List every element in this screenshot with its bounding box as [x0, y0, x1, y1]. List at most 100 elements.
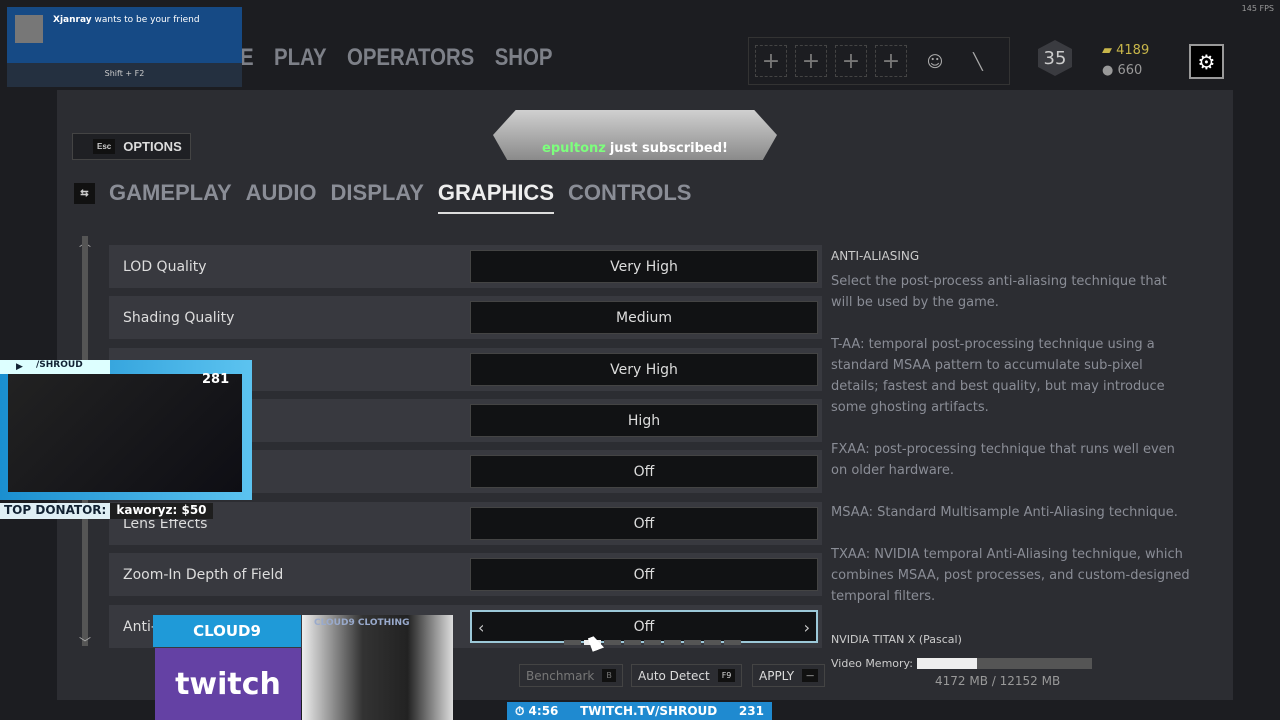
- setting-label: Zoom-In Depth of Field: [123, 566, 284, 583]
- main-nav: E PLAY OPERATORS SHOP: [240, 44, 553, 72]
- viewer-count: 281: [202, 372, 230, 387]
- donor-value: kaworyz: $50: [116, 503, 207, 517]
- tab-audio[interactable]: AUDIO: [246, 180, 317, 206]
- option-step[interactable]: [604, 640, 621, 645]
- setting-value-selector[interactable]: Medium: [470, 301, 818, 334]
- nav-item-play[interactable]: PLAY: [274, 44, 327, 72]
- description-paragraph: T-AA: temporal post-processing technique…: [831, 337, 1165, 415]
- option-step[interactable]: [644, 640, 661, 645]
- setting-value-selector[interactable]: Very High: [470, 353, 818, 386]
- avatar: [15, 15, 43, 43]
- option-step[interactable]: [664, 640, 681, 645]
- alert-text: just subscribed!: [609, 141, 728, 156]
- video-memory-bar: [916, 658, 1092, 669]
- friend-request-notification[interactable]: Xjanray wants to be your friend Shift + …: [7, 7, 242, 87]
- benchmark-key: B: [602, 669, 616, 682]
- tab-controls[interactable]: CONTROLS: [568, 180, 691, 206]
- video-memory-fill: [916, 658, 978, 669]
- webcam-video: [8, 374, 242, 492]
- renown-count: ▰ 4189: [1102, 43, 1150, 58]
- squad-slots: + + + + ☺ ╲: [748, 37, 1010, 85]
- chevron-left-icon[interactable]: ‹: [478, 618, 484, 637]
- option-step[interactable]: [724, 640, 741, 645]
- setting-row[interactable]: Shading Quality Medium: [109, 296, 822, 339]
- setting-value: Off: [633, 515, 655, 532]
- chevron-right-icon[interactable]: ›: [804, 618, 810, 637]
- auto-detect-key: F9: [717, 669, 736, 682]
- youtube-icon: ▶: [16, 362, 23, 372]
- setting-value-selector[interactable]: Off: [470, 507, 818, 540]
- top-donator: TOP DONATOR: kaworyz: $50: [0, 503, 213, 519]
- apply-button[interactable]: APPLY —: [752, 664, 826, 687]
- slash-icon[interactable]: ╲: [963, 52, 993, 71]
- fps-counter: 145 FPS: [1241, 4, 1274, 13]
- setting-value: Off: [633, 566, 655, 583]
- setting-value-selector[interactable]: Off: [470, 558, 818, 591]
- level-badge: 35: [1038, 40, 1072, 76]
- setting-value-selector[interactable]: Off ‹ ›: [470, 610, 818, 645]
- setting-label: LOD Quality: [123, 258, 207, 275]
- setting-value: Very High: [610, 258, 678, 275]
- add-squad-slot-3[interactable]: +: [835, 45, 867, 77]
- setting-value: Off: [633, 463, 655, 480]
- twitch-logo: twitch: [155, 648, 301, 720]
- benchmark-label: Benchmark: [526, 668, 595, 683]
- benchmark-button[interactable]: Benchmark B: [519, 664, 623, 687]
- notif-shortcut: Shift + F2: [104, 69, 145, 78]
- auto-detect-button[interactable]: Auto Detect F9: [631, 664, 743, 687]
- setting-row[interactable]: Zoom-In Depth of Field Off: [109, 553, 822, 596]
- sub-count: 231: [738, 704, 764, 718]
- description-paragraph: MSAA: Standard Multisample Anti-Aliasing…: [831, 505, 1178, 520]
- credits-value: 660: [1117, 63, 1143, 78]
- tab-display[interactable]: DISPLAY: [331, 180, 424, 206]
- auto-detect-label: Auto Detect: [638, 668, 710, 683]
- setting-value: Off: [633, 618, 655, 635]
- setting-row[interactable]: LOD Quality Very High: [109, 245, 822, 288]
- setting-value: Medium: [616, 309, 672, 326]
- video-memory-label: Video Memory:: [831, 657, 913, 670]
- options-title: OPTIONS: [123, 139, 182, 154]
- add-squad-slot-1[interactable]: +: [755, 45, 787, 77]
- description-paragraph: FXAA: post-processing technique that run…: [831, 442, 1175, 478]
- nav-item-operators[interactable]: OPERATORS: [347, 44, 474, 72]
- profile-icon[interactable]: ☺: [915, 52, 955, 71]
- setting-value-selector[interactable]: Very High: [470, 250, 818, 283]
- tab-gameplay[interactable]: GAMEPLAY: [109, 180, 232, 206]
- renown-value: 4189: [1116, 43, 1150, 58]
- option-step[interactable]: [704, 640, 721, 645]
- cloud9-clothing-ad: CLOUD9 CLOTHING: [302, 615, 453, 720]
- notif-user: Xjanray: [53, 15, 92, 25]
- nav-item-home[interactable]: E: [240, 44, 254, 72]
- option-step[interactable]: [684, 640, 701, 645]
- tab-switch-icon[interactable]: ⇆: [74, 182, 95, 204]
- stream-ticker: ⏱ 4:56 TWITCH.TV/SHROUD 231: [507, 702, 772, 720]
- tab-graphics[interactable]: GRAPHICS: [437, 180, 554, 214]
- description-paragraph: Select the post-process anti-aliasing te…: [831, 274, 1167, 310]
- nav-item-shop[interactable]: SHOP: [495, 44, 553, 72]
- apply-key: —: [802, 669, 819, 682]
- option-step[interactable]: [564, 640, 581, 645]
- options-back-button[interactable]: Esc OPTIONS: [72, 133, 191, 160]
- description-paragraph: TXAA: NVIDIA temporal Anti-Aliasing tech…: [831, 547, 1190, 604]
- add-squad-slot-4[interactable]: +: [875, 45, 907, 77]
- setting-value-selector[interactable]: Off: [470, 455, 818, 488]
- timer-value: 4:56: [528, 703, 559, 718]
- description-title: ANTI-ALIASING: [831, 249, 920, 263]
- setting-value: High: [627, 412, 661, 429]
- setting-value: Very High: [610, 361, 678, 378]
- scroll-down-icon[interactable]: ﹀: [79, 634, 91, 651]
- setting-value-selector[interactable]: High: [470, 404, 818, 437]
- credits-count: ● 660: [1102, 63, 1143, 78]
- alert-user: epultonz: [542, 141, 606, 156]
- add-squad-slot-2[interactable]: +: [795, 45, 827, 77]
- option-step[interactable]: [624, 640, 641, 645]
- settings-gear-icon[interactable]: ⚙: [1189, 44, 1224, 79]
- setting-row[interactable]: Lens Effects Off: [109, 502, 822, 545]
- esc-key: Esc: [93, 139, 116, 154]
- video-memory: Video Memory:: [831, 657, 1092, 670]
- cloud9-logo: CLOUD9: [153, 615, 301, 647]
- options-tabs: ⇆ GAMEPLAY AUDIO DISPLAY GRAPHICS CONTRO…: [74, 172, 691, 214]
- subscriber-alert: epultonz just subscribed!: [493, 110, 777, 160]
- donor-label: TOP DONATOR:: [0, 503, 111, 519]
- description-panel: ANTI-ALIASING Select the post-process an…: [831, 246, 1191, 628]
